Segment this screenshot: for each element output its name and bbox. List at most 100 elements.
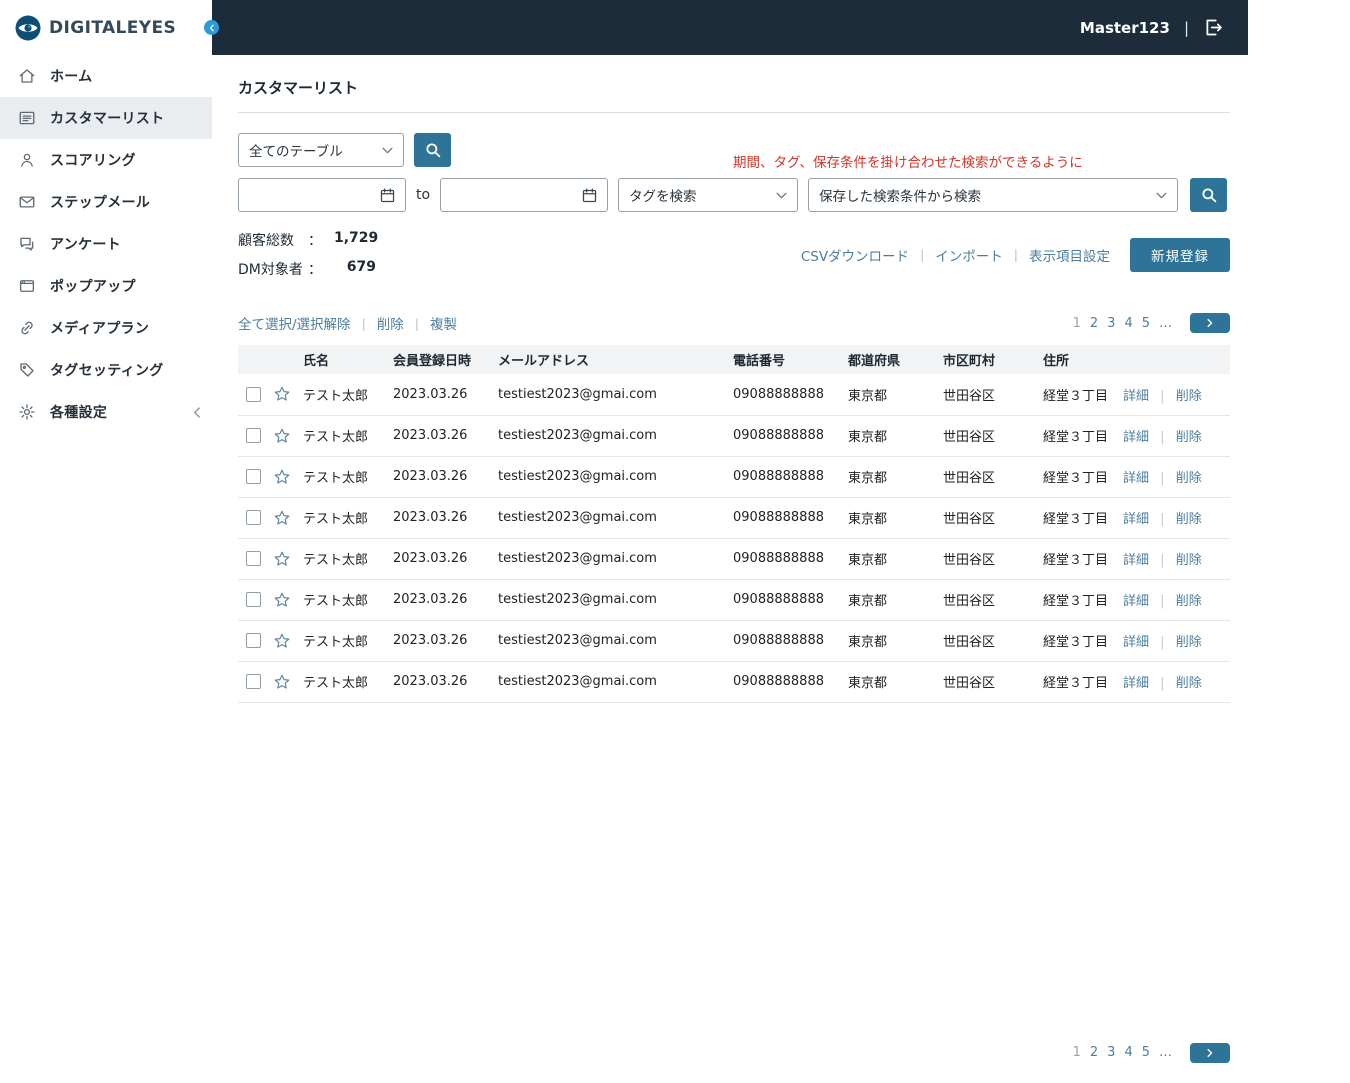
date-to-input[interactable]	[440, 178, 608, 212]
logout-button[interactable]	[1203, 17, 1224, 38]
import-link[interactable]: インポート	[935, 245, 1003, 265]
sidebar-item-popup[interactable]: ポップアップ	[0, 265, 212, 307]
table-row: テスト太郎 2023.03.26 testiest2023@gmai.com 0…	[238, 374, 1230, 415]
sidebar-item-customer-list[interactable]: カスタマーリスト	[0, 97, 212, 139]
star-icon[interactable]	[273, 468, 291, 486]
duplicate-link[interactable]: 複製	[430, 313, 457, 333]
cell-name: テスト太郎	[295, 538, 385, 579]
pagination-page[interactable]: 4	[1124, 1045, 1132, 1060]
sidebar-item-scoring[interactable]: スコアリング	[0, 139, 212, 181]
row-checkbox[interactable]	[246, 674, 261, 689]
row-checkbox[interactable]	[246, 387, 261, 402]
star-icon[interactable]	[273, 673, 291, 691]
row-detail-link[interactable]: 詳細	[1123, 553, 1149, 568]
cell-email: testiest2023@gmai.com	[490, 620, 725, 661]
pagination-page[interactable]: 2	[1090, 316, 1098, 331]
topbar-divider: |	[1184, 19, 1189, 37]
sidebar-collapse-button[interactable]	[204, 20, 219, 35]
row-detail-link[interactable]: 詳細	[1123, 430, 1149, 445]
cell-registered-at: 2023.03.26	[385, 620, 490, 661]
row-detail-link[interactable]: 詳細	[1123, 389, 1149, 404]
saved-search-select[interactable]: 保存した検索条件から検索	[808, 178, 1178, 212]
new-register-button[interactable]: 新規登録	[1130, 238, 1230, 272]
cell-phone: 09088888888	[725, 620, 840, 661]
chevron-down-icon	[776, 192, 787, 199]
row-detail-link[interactable]: 詳細	[1123, 471, 1149, 486]
star-icon[interactable]	[273, 632, 291, 650]
table-search-button[interactable]	[414, 133, 451, 167]
table-select[interactable]: 全てのテーブル	[238, 133, 404, 167]
row-checkbox[interactable]	[246, 469, 261, 484]
display-settings-link[interactable]: 表示項目設定	[1029, 245, 1110, 265]
row-checkbox[interactable]	[246, 551, 261, 566]
separator: |	[1160, 389, 1164, 404]
cell-email: testiest2023@gmai.com	[490, 497, 725, 538]
pagination-page[interactable]: 1	[1073, 316, 1081, 331]
filter-search-button[interactable]	[1190, 178, 1227, 212]
pagination-next-button[interactable]	[1190, 313, 1230, 333]
row-delete-link[interactable]: 削除	[1176, 553, 1202, 568]
star-icon[interactable]	[273, 427, 291, 445]
calendar-icon	[581, 187, 598, 204]
pagination-page[interactable]: 5	[1142, 316, 1150, 331]
row-delete-link[interactable]: 削除	[1176, 676, 1202, 691]
header-registered-at: 会員登録日時	[385, 345, 490, 374]
sidebar-item-label: スコアリング	[50, 150, 136, 170]
pagination-ellipsis[interactable]: …	[1159, 316, 1173, 331]
header-name: 氏名	[295, 345, 385, 374]
separator: |	[1160, 676, 1164, 691]
brand-logo-icon	[15, 15, 41, 41]
row-detail-link[interactable]: 詳細	[1123, 512, 1149, 527]
cell-registered-at: 2023.03.26	[385, 538, 490, 579]
pagination-next-button[interactable]	[1190, 1043, 1230, 1063]
sidebar-item-home[interactable]: ホーム	[0, 55, 212, 97]
app-root: DIGITALEYES ホーム カスタマーリスト スコアリング ステップメール …	[0, 0, 1350, 1083]
pagination-page[interactable]: 1	[1073, 1045, 1081, 1060]
dm-targets-value: 679	[334, 259, 376, 279]
date-from-input[interactable]	[238, 178, 406, 212]
brand-name: DIGITALEYES	[49, 18, 176, 38]
row-detail-link[interactable]: 詳細	[1123, 676, 1149, 691]
row-delete-link[interactable]: 削除	[1176, 512, 1202, 527]
row-detail-link[interactable]: 詳細	[1123, 635, 1149, 650]
sidebar: DIGITALEYES ホーム カスタマーリスト スコアリング ステップメール …	[0, 0, 212, 1083]
dm-targets-stat: DM対象者 ： 679	[238, 259, 376, 279]
stat-label: 顧客総数	[238, 230, 308, 250]
sidebar-item-tag-setting[interactable]: タグセッティング	[0, 349, 212, 391]
cell-actions: 詳細 | 削除	[1115, 497, 1230, 538]
row-delete-link[interactable]: 削除	[1176, 471, 1202, 486]
cell-address: 経堂３丁目	[1035, 661, 1115, 702]
row-detail-link[interactable]: 詳細	[1123, 594, 1149, 609]
sidebar-item-step-mail[interactable]: ステップメール	[0, 181, 212, 223]
row-checkbox[interactable]	[246, 428, 261, 443]
row-delete-link[interactable]: 削除	[1176, 594, 1202, 609]
star-icon[interactable]	[273, 591, 291, 609]
separator: |	[1160, 553, 1164, 568]
cell-registered-at: 2023.03.26	[385, 579, 490, 620]
row-delete-link[interactable]: 削除	[1176, 389, 1202, 404]
star-icon[interactable]	[273, 550, 291, 568]
star-icon[interactable]	[273, 509, 291, 527]
csv-download-link[interactable]: CSVダウンロード	[801, 245, 909, 265]
delete-selected-link[interactable]: 削除	[377, 313, 404, 333]
star-icon[interactable]	[273, 385, 291, 403]
row-delete-link[interactable]: 削除	[1176, 635, 1202, 650]
sidebar-item-settings[interactable]: 各種設定	[0, 391, 212, 433]
row-delete-link[interactable]: 削除	[1176, 430, 1202, 445]
sidebar-item-media-plan[interactable]: メディアプラン	[0, 307, 212, 349]
username: Master123	[1080, 19, 1170, 37]
pagination-page[interactable]: 4	[1124, 316, 1132, 331]
chevron-down-icon	[382, 147, 393, 154]
select-all-link[interactable]: 全て選択/選択解除	[238, 313, 351, 333]
pagination-page[interactable]: 3	[1107, 1045, 1115, 1060]
row-checkbox[interactable]	[246, 592, 261, 607]
pagination-page[interactable]: 5	[1142, 1045, 1150, 1060]
sidebar-item-label: メディアプラン	[50, 318, 149, 338]
pagination-page[interactable]: 2	[1090, 1045, 1098, 1060]
row-checkbox[interactable]	[246, 633, 261, 648]
pagination-ellipsis[interactable]: …	[1159, 1045, 1173, 1060]
row-checkbox[interactable]	[246, 510, 261, 525]
pagination-page[interactable]: 3	[1107, 316, 1115, 331]
sidebar-item-survey[interactable]: アンケート	[0, 223, 212, 265]
tag-select[interactable]: タグを検索	[618, 178, 798, 212]
